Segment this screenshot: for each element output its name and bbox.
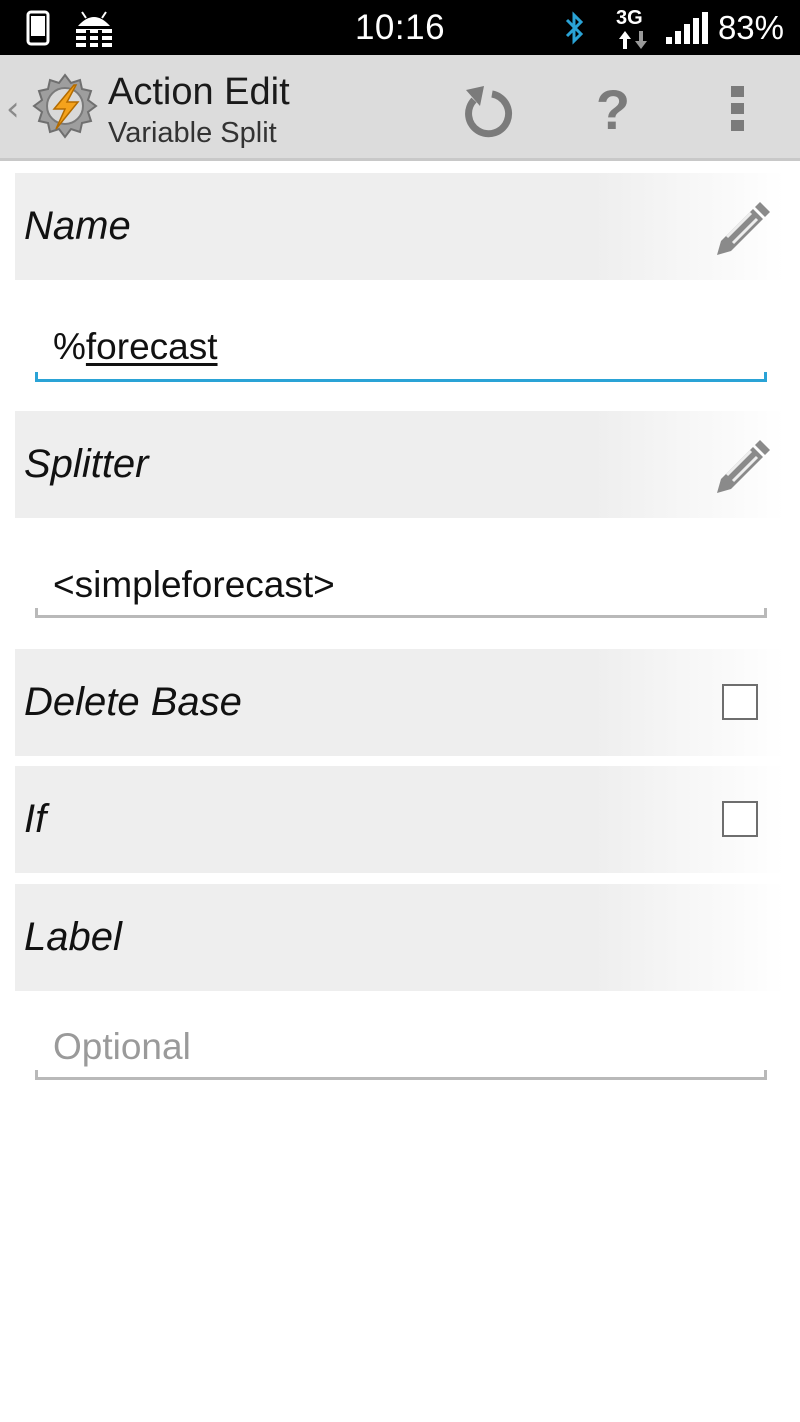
name-value-prefix: % (53, 326, 86, 367)
name-input-underline (35, 372, 767, 382)
overflow-menu-icon[interactable] (706, 77, 770, 141)
screen-title: Action Edit (108, 71, 290, 113)
delete-base-checkbox[interactable] (722, 684, 758, 720)
splitter-label: Splitter (24, 442, 149, 486)
undo-icon[interactable] (456, 77, 520, 141)
network-type: 3G (616, 6, 643, 29)
name-input[interactable]: %forecast (35, 322, 767, 382)
tasker-logo-icon[interactable] (28, 71, 102, 145)
if-checkbox[interactable] (722, 801, 758, 837)
label-section-header: Label (15, 884, 785, 991)
delete-base-section-header: Delete Base (15, 649, 785, 756)
name-section-header: Name (15, 173, 785, 280)
battery-level: 83% (717, 8, 784, 46)
edit-splitter-pencil-icon[interactable] (713, 435, 771, 495)
label-placeholder: Optional (53, 1026, 191, 1067)
bluetooth-icon (562, 0, 586, 55)
delete-base-label: Delete Base (24, 680, 242, 724)
network-3g-icon: 3G (614, 0, 654, 55)
splitter-input-underline (35, 608, 767, 618)
name-value: forecast (85, 326, 218, 367)
if-label: If (24, 797, 47, 841)
help-icon[interactable]: ? (581, 77, 645, 141)
splitter-input[interactable]: <simpleforecast> (35, 560, 767, 618)
edit-name-pencil-icon[interactable] (713, 197, 771, 257)
action-bar: ‹ Action Edit Variable Split ? (0, 55, 800, 161)
if-section-header: If (15, 766, 785, 873)
splitter-section-header: Splitter (15, 411, 785, 518)
back-chevron-icon[interactable]: ‹ (6, 89, 20, 129)
name-label: Name (24, 204, 131, 248)
label-label: Label (24, 915, 122, 959)
splitter-value: <simpleforecast> (53, 564, 335, 605)
signal-icon (664, 0, 708, 55)
screen-subtitle: Variable Split (108, 117, 277, 149)
label-input-underline (35, 1070, 767, 1080)
label-input[interactable]: Optional (35, 1022, 767, 1080)
status-bar: 10:16 3G 83% (0, 0, 800, 55)
